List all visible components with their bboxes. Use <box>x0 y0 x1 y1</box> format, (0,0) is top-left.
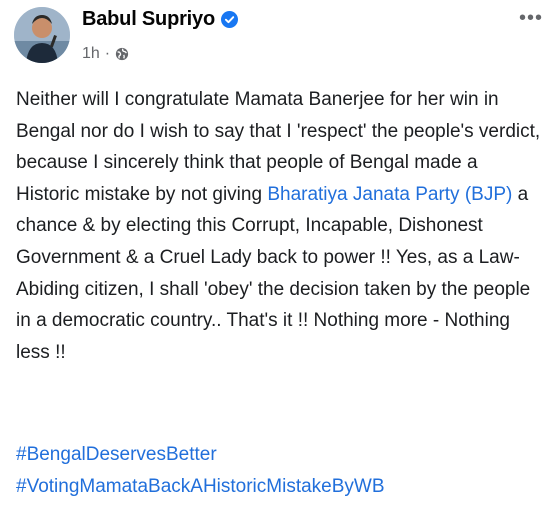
post-text-part2: a chance & by electing this Corrupt, Inc… <box>16 183 531 363</box>
timestamp[interactable]: 1h <box>82 45 100 63</box>
avatar[interactable] <box>14 7 70 63</box>
author-row: Babul Supriyo <box>82 8 238 31</box>
hashtag-link[interactable]: #VotingMamataBackAHistoricMistakeByWB <box>16 471 544 503</box>
globe-icon[interactable] <box>115 47 129 61</box>
post-text: Neither will I congratulate Mamata Baner… <box>16 84 544 368</box>
verified-badge-icon <box>220 11 238 28</box>
page-link[interactable]: Bharatiya Janata Party (BJP) <box>267 184 512 205</box>
more-options-icon[interactable]: ••• <box>519 8 543 28</box>
meta-separator: · <box>104 45 111 62</box>
post-meta: 1h · <box>82 45 129 63</box>
hashtags: #BengalDeservesBetter #VotingMamataBackA… <box>16 439 544 502</box>
author-name[interactable]: Babul Supriyo <box>82 8 215 31</box>
facebook-post: Babul Supriyo 1h · ••• Neither will I co… <box>0 0 559 523</box>
hashtag-link[interactable]: #BengalDeservesBetter <box>16 439 544 471</box>
